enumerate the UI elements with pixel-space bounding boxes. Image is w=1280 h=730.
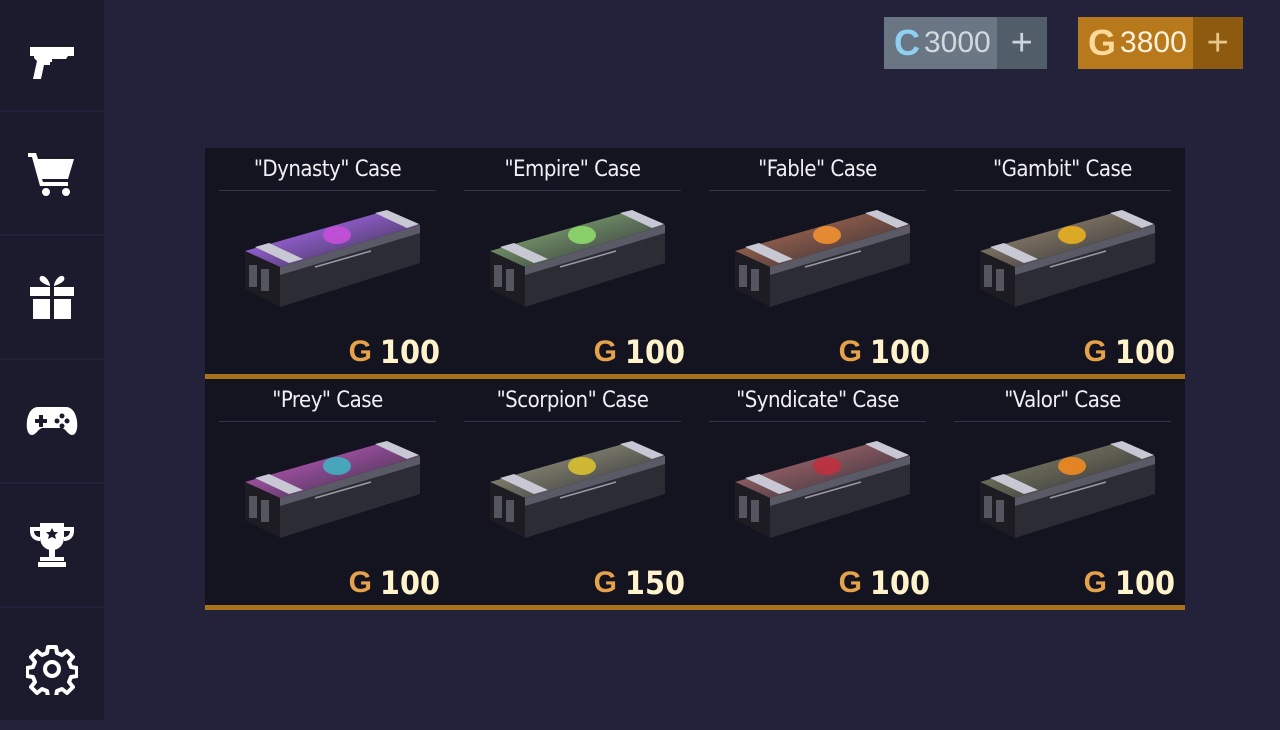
case-title: "Dynasty" Case: [219, 148, 436, 191]
case-image: [235, 434, 425, 554]
case-title: "Syndicate" Case: [709, 379, 926, 422]
case-card[interactable]: "Valor" Case G 100: [940, 379, 1185, 605]
case-price: G 100: [349, 332, 440, 372]
case-price: G 100: [1084, 332, 1175, 372]
gift-icon: [30, 275, 74, 319]
case-card[interactable]: "Scorpion" Case G 150: [450, 379, 695, 605]
case-title: "Scorpion" Case: [464, 379, 681, 422]
cart-icon: [28, 153, 74, 196]
case-price: G 100: [1084, 563, 1175, 603]
case-card[interactable]: "Fable" Case G 100: [695, 148, 940, 374]
case-price: G 150: [594, 563, 685, 603]
gold-coin-icon: G: [593, 335, 617, 368]
case-image: [480, 203, 670, 323]
case-title: "Gambit" Case: [954, 148, 1171, 191]
gold-coin-icon: G: [838, 335, 862, 368]
case-price: G 100: [349, 563, 440, 603]
case-image: [480, 434, 670, 554]
sidebar-item-weapons[interactable]: [0, 0, 104, 122]
gold-coin-icon: G: [348, 566, 372, 599]
case-card[interactable]: "Dynasty" Case G 100: [205, 148, 450, 374]
gold-coin-icon: G: [348, 335, 372, 368]
case-card[interactable]: "Syndicate" Case G 100: [695, 379, 940, 605]
add-silver-button[interactable]: +: [996, 17, 1047, 69]
gold-coin-icon: G: [1088, 22, 1117, 63]
case-card[interactable]: "Gambit" Case G 100: [940, 148, 1185, 374]
gamepad-icon: [26, 407, 78, 435]
sidebar-item-shop[interactable]: [0, 110, 104, 234]
sidebar-item-gifts[interactable]: [0, 234, 104, 358]
row-divider: [205, 605, 1185, 610]
cases-row: "Prey" Case G 100 "Scorpion" Case G 150 …: [205, 379, 1185, 605]
gold-coin-icon: G: [838, 566, 862, 599]
price-amount: 150: [624, 564, 685, 602]
case-title: "Valor" Case: [954, 379, 1171, 422]
case-card[interactable]: "Empire" Case G 100: [450, 148, 695, 374]
gold-coin-icon: G: [593, 566, 617, 599]
price-amount: 100: [379, 333, 440, 371]
pistol-icon: [30, 47, 74, 79]
price-amount: 100: [624, 333, 685, 371]
case-price: G 100: [839, 563, 930, 603]
sidebar: [0, 0, 104, 720]
price-amount: 100: [869, 333, 930, 371]
case-title: "Prey" Case: [219, 379, 436, 422]
silver-balance: C 3000: [884, 17, 997, 69]
sidebar-item-achievements[interactable]: [0, 482, 104, 606]
case-image: [235, 203, 425, 323]
trophy-icon: [30, 523, 74, 567]
case-title: "Empire" Case: [464, 148, 681, 191]
silver-amount: 3000: [924, 26, 991, 59]
case-card[interactable]: "Prey" Case G 100: [205, 379, 450, 605]
case-image: [725, 203, 915, 323]
gold-amount: 3800: [1120, 26, 1187, 59]
price-amount: 100: [869, 564, 930, 602]
case-price: G 100: [839, 332, 930, 372]
case-price: G 100: [594, 332, 685, 372]
sidebar-item-games[interactable]: [0, 358, 104, 482]
gear-icon: [26, 645, 78, 695]
gold-currency: G 3800 +: [1078, 17, 1243, 69]
sidebar-item-settings[interactable]: [0, 606, 104, 730]
silver-currency: C 3000 +: [884, 17, 1047, 69]
add-gold-button[interactable]: +: [1192, 17, 1243, 69]
silver-coin-icon: C: [894, 22, 920, 63]
case-image: [970, 203, 1160, 323]
price-amount: 100: [1114, 333, 1175, 371]
cases-grid: "Dynasty" Case G 100 "Empire" Case G 100…: [205, 148, 1185, 610]
case-image: [725, 434, 915, 554]
price-amount: 100: [379, 564, 440, 602]
gold-coin-icon: G: [1083, 566, 1107, 599]
price-amount: 100: [1114, 564, 1175, 602]
gold-balance: G 3800: [1078, 17, 1193, 69]
gold-coin-icon: G: [1083, 335, 1107, 368]
case-image: [970, 434, 1160, 554]
cases-row: "Dynasty" Case G 100 "Empire" Case G 100…: [205, 148, 1185, 374]
case-title: "Fable" Case: [709, 148, 926, 191]
